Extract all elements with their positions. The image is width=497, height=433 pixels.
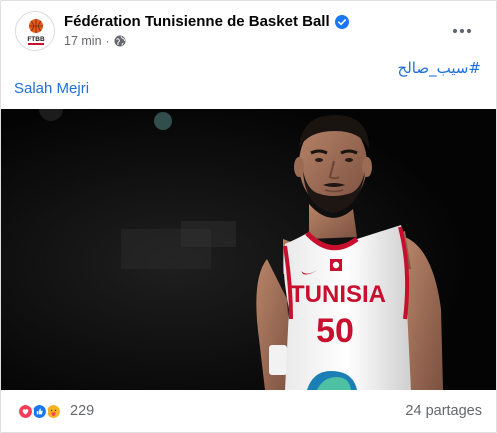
page-avatar[interactable]: FTBB: [15, 11, 55, 51]
more-options-button[interactable]: [448, 17, 476, 45]
post-photo[interactable]: TUNISIA 50: [1, 109, 496, 390]
globe-icon[interactable]: [114, 35, 126, 47]
reactions-bar: 229 24 partages: [1, 396, 496, 426]
post-meta: 17 min ·: [64, 34, 349, 48]
meta-separator: ·: [105, 34, 110, 48]
more-horizontal-icon: [452, 28, 472, 34]
reactions-summary[interactable]: 229: [17, 402, 94, 420]
reaction-count[interactable]: 229: [70, 403, 94, 419]
svg-text:FTBB: FTBB: [27, 36, 45, 43]
jersey-number: 50: [316, 312, 354, 350]
post-caption[interactable]: Salah Mejri: [14, 80, 89, 97]
page-name-row: Fédération Tunisienne de Basket Ball: [64, 12, 349, 31]
page-name[interactable]: Fédération Tunisienne de Basket Ball: [64, 12, 330, 31]
ftbb-logo-icon: FTBB: [16, 12, 54, 50]
share-count[interactable]: 24 partages: [405, 403, 482, 419]
post-timestamp[interactable]: 17 min: [64, 34, 102, 48]
facebook-post: FTBB Fédération Tunisienne de Basket Bal…: [0, 0, 497, 433]
reaction-icons: [17, 402, 62, 420]
verified-badge-icon: [334, 14, 349, 29]
love-reaction-icon: [17, 402, 34, 420]
header-text: Fédération Tunisienne de Basket Ball 17 …: [64, 12, 349, 48]
jersey-text: TUNISIA: [290, 281, 386, 308]
basketball-player-image: TUNISIA 50: [1, 109, 496, 390]
hashtag-link[interactable]: #سيب_صالح: [398, 59, 481, 77]
post-header: FTBB Fédération Tunisienne de Basket Bal…: [15, 11, 486, 55]
